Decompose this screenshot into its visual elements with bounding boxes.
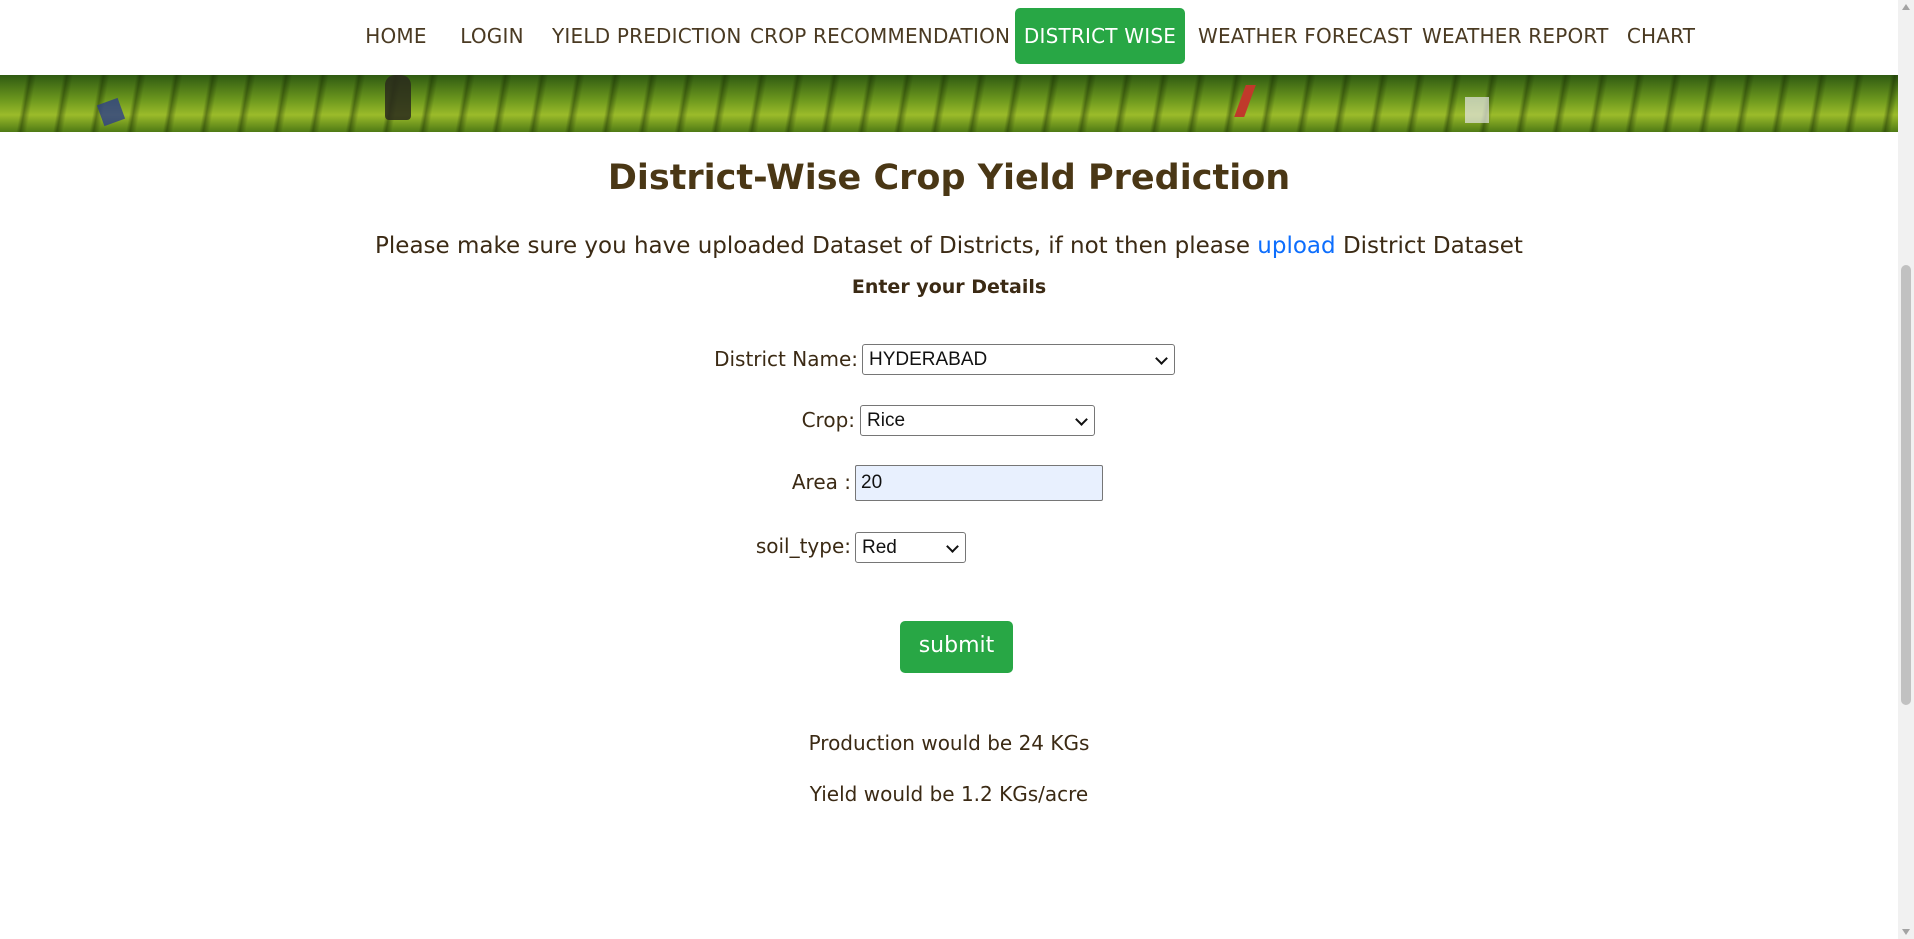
header-banner-image	[0, 75, 1898, 132]
upload-link[interactable]: upload	[1257, 233, 1335, 259]
area-input[interactable]: 20	[855, 465, 1103, 501]
district-select[interactable]: HYDERABAD	[862, 344, 1175, 375]
crop-select[interactable]: Rice	[860, 405, 1095, 436]
crop-label: Crop:	[801, 408, 855, 432]
banner-decoration	[1465, 97, 1489, 123]
nav-item-home[interactable]: HOME	[358, 8, 434, 64]
soil-type-select[interactable]: Red	[855, 532, 966, 563]
page-title: District-Wise Crop Yield Prediction	[607, 158, 1291, 198]
scroll-down-arrow-icon[interactable]	[1902, 929, 1910, 935]
nav-item-weather-report[interactable]: WEATHER REPORT	[1422, 8, 1608, 64]
production-result: Production would be 24 KGs	[808, 731, 1090, 755]
nav-item-chart[interactable]: CHART	[1622, 8, 1700, 64]
crop-select-value: Rice	[867, 410, 906, 431]
chevron-down-icon	[946, 540, 959, 553]
form-subheading: Enter your Details	[851, 276, 1047, 298]
chevron-down-icon	[1075, 413, 1088, 426]
notice-text-suffix: District Dataset	[1342, 233, 1523, 259]
nav-item-weather-forecast[interactable]: WEATHER FORECAST	[1198, 8, 1412, 64]
soil-type-select-value: Red	[862, 537, 897, 558]
nav-item-login[interactable]: LOGIN	[452, 8, 532, 64]
district-label: District Name:	[714, 347, 858, 371]
scrollbar-thumb[interactable]	[1901, 265, 1911, 705]
banner-decoration	[96, 97, 126, 127]
submit-button[interactable]: submit	[900, 621, 1013, 673]
yield-result: Yield would be 1.2 KGs/acre	[809, 782, 1089, 806]
soil-type-label: soil_type:	[755, 534, 851, 558]
chevron-down-icon	[1155, 352, 1168, 365]
nav-item-crop-recommendation[interactable]: CROP RECOMMENDATION	[750, 8, 1010, 64]
district-select-value: HYDERABAD	[869, 349, 988, 370]
scroll-up-arrow-icon[interactable]	[1902, 4, 1910, 10]
notice-text-prefix: Please make sure you have uploaded Datas…	[375, 233, 1250, 259]
area-label: Area :	[791, 470, 851, 494]
page-scrollbar[interactable]	[1898, 0, 1914, 939]
upload-notice: Please make sure you have uploaded Datas…	[0, 233, 1898, 259]
top-navbar: HOME LOGIN YIELD PREDICTION CROP RECOMME…	[0, 0, 1898, 75]
banner-decoration	[385, 75, 411, 120]
nav-item-district-wise[interactable]: DISTRICT WISE	[1015, 8, 1185, 64]
banner-decoration	[1234, 85, 1256, 117]
nav-item-yield-prediction[interactable]: YIELD PREDICTION	[552, 8, 741, 64]
